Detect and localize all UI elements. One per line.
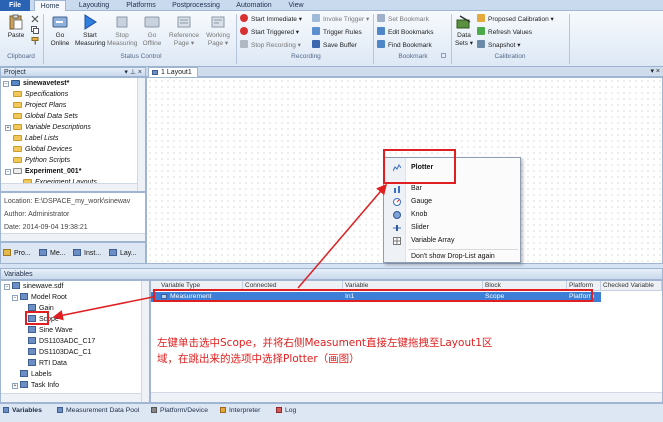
tab-platform-device[interactable]: Platform/Device (151, 405, 208, 417)
arrow-to-plotter (297, 183, 387, 289)
tab-log[interactable]: Log (276, 405, 296, 417)
tab-interpreter[interactable]: Interpreter (220, 405, 260, 417)
tab-interpreter-label: Interpreter (229, 407, 261, 414)
arrow-to-scope (52, 296, 154, 321)
tab-log-label: Log (285, 407, 297, 414)
log-icon (276, 407, 282, 413)
data-pool-icon (57, 407, 63, 413)
annotation-line-1: 左键单击选中Scope，并将右侧Measument直接左键拖拽至Layout1区 (157, 337, 493, 349)
tab-variables[interactable]: Variables (3, 405, 42, 417)
tab-measurement-data-pool[interactable]: Measurement Data Pool (57, 405, 139, 417)
platform-icon (151, 407, 157, 413)
tab-platform-device-label: Platform/Device (160, 407, 208, 414)
interpreter-icon (220, 407, 226, 413)
annotation-line-2: 域，在跳出来的选项中选择Plotter（画图） (157, 353, 360, 365)
variables-tab-icon (3, 407, 9, 413)
tab-measurement-data-pool-label: Measurement Data Pool (66, 407, 140, 414)
tab-variables-label: Variables (12, 407, 42, 414)
